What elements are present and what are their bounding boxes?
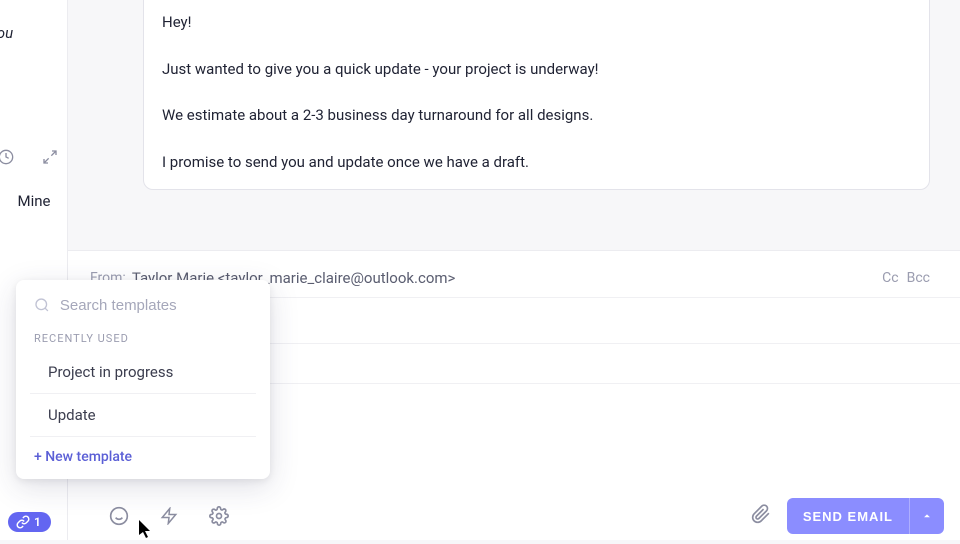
quoted-line: Just wanted to give you a quick update -… (162, 58, 911, 81)
templates-popover: RECENTLY USED Project in progress Update… (16, 280, 270, 479)
templates-section-label: RECENTLY USED (16, 324, 270, 351)
link-icon (16, 515, 30, 529)
ccbcc-group: Cc Bcc (882, 270, 930, 286)
partial-thread-text: you (0, 24, 13, 42)
quoted-line: Hey! (162, 11, 911, 34)
emoji-icon[interactable] (108, 505, 130, 527)
link-count: 1 (34, 515, 41, 529)
expand-icon[interactable] (38, 145, 62, 169)
send-dropdown-caret[interactable] (909, 498, 944, 534)
new-template-button[interactable]: + New template (16, 437, 270, 471)
attachment-icon[interactable] (751, 504, 771, 528)
cc-button[interactable]: Cc (882, 270, 898, 286)
send-email-label: SEND EMAIL (787, 509, 909, 524)
bcc-button[interactable]: Bcc (907, 270, 930, 286)
templates-search-row (16, 280, 270, 324)
link-count-badge[interactable]: 1 (8, 512, 51, 532)
mine-tab[interactable]: Mine (6, 192, 62, 210)
search-icon (34, 296, 50, 314)
quoted-message: Hey! Just wanted to give you a quick upd… (143, 0, 930, 190)
templates-search-input[interactable] (60, 297, 252, 314)
compose-toolbar: SEND EMAIL (68, 492, 960, 540)
clock-icon[interactable] (0, 145, 18, 169)
gear-icon[interactable] (208, 505, 230, 527)
quoted-line: I promise to send you and update once we… (162, 151, 911, 174)
template-icon[interactable] (158, 505, 180, 527)
template-item[interactable]: Update (30, 394, 256, 437)
template-item[interactable]: Project in progress (30, 351, 256, 394)
send-email-button[interactable]: SEND EMAIL (787, 498, 944, 534)
quoted-line: We estimate about a 2-3 business day tur… (162, 104, 911, 127)
